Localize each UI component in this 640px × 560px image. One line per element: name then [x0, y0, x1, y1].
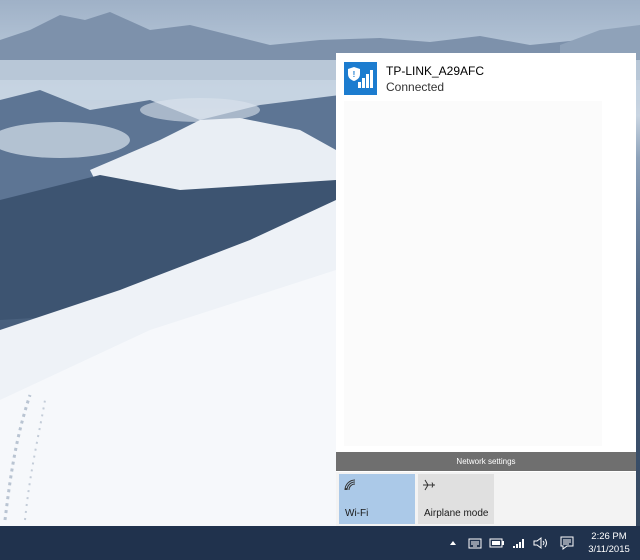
show-hidden-icons-chevron-icon[interactable]	[444, 534, 462, 552]
volume-icon[interactable]	[532, 534, 550, 552]
network-name: TP-LINK_A29AFC	[386, 64, 485, 78]
airplane-mode-tile[interactable]: Airplane mode	[418, 474, 494, 524]
wifi-toggle-tile[interactable]: Wi-Fi	[339, 474, 415, 524]
battery-icon[interactable]	[488, 534, 506, 552]
clock-date: 3/11/2015	[588, 544, 630, 555]
keyboard-icon[interactable]	[466, 534, 484, 552]
system-tray: 2:26 PM 3/11/2015	[442, 526, 640, 560]
airplane-icon	[422, 478, 436, 497]
quick-action-tiles: Wi-Fi Airplane mode	[336, 472, 636, 526]
clock-time: 2:26 PM	[591, 531, 627, 542]
network-settings-link[interactable]: Network settings	[336, 452, 636, 471]
wifi-tile-label: Wi-Fi	[345, 508, 369, 519]
network-flyout: ! TP-LINK_A29AFC Connected Network setti…	[336, 53, 636, 526]
svg-text:!: !	[353, 70, 356, 79]
network-status: Connected	[386, 80, 445, 94]
network-list-area	[344, 101, 602, 446]
action-center-icon[interactable]	[558, 534, 576, 552]
network-list-item[interactable]: ! TP-LINK_A29AFC Connected	[344, 62, 628, 98]
taskbar-clock[interactable]: 2:26 PM 3/11/2015	[582, 530, 636, 556]
wifi-icon	[343, 478, 357, 497]
airplane-tile-label: Airplane mode	[424, 508, 489, 519]
taskbar: 2:26 PM 3/11/2015	[0, 526, 640, 560]
wifi-secured-icon: !	[344, 62, 377, 95]
network-signal-icon[interactable]	[510, 534, 528, 552]
